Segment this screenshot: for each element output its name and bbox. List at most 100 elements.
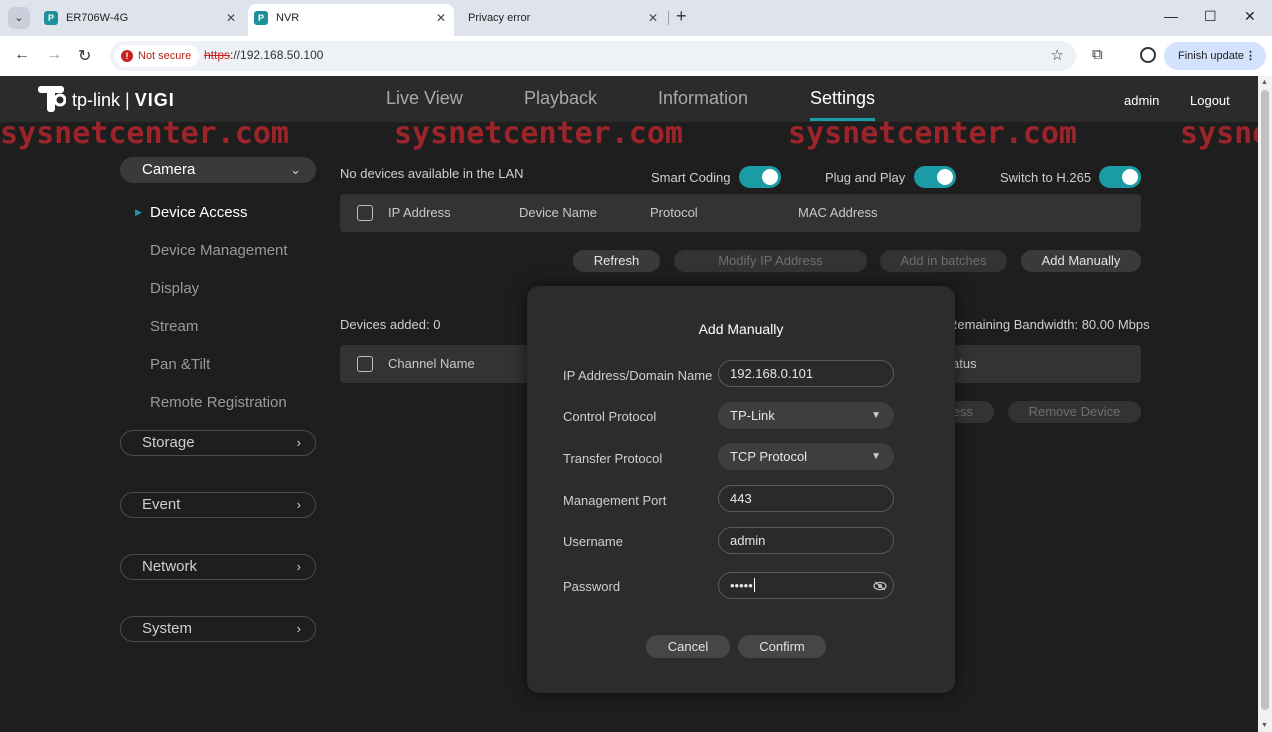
password-masked-value: ••••• — [730, 578, 753, 593]
switch-h265-toggle[interactable] — [1099, 166, 1141, 188]
extensions-icon[interactable]: ⧉ — [1092, 46, 1103, 63]
finish-update-button[interactable]: Finish update ⋮ — [1164, 42, 1266, 70]
scroll-up-icon[interactable]: ▲ — [1261, 79, 1268, 86]
bookmark-star-icon[interactable]: ☆ — [1051, 46, 1064, 64]
tab-privacy-error[interactable]: Privacy error ✕ — [460, 4, 666, 32]
tab-close-icon[interactable]: ✕ — [436, 4, 446, 32]
url-box[interactable]: ! Not secure https://192.168.50.100 ☆ — [110, 41, 1076, 71]
column-protocol: Protocol — [650, 205, 698, 220]
logo-vigi-text: VIGI — [134, 90, 175, 110]
sidebar-group-label: Network — [142, 558, 198, 575]
add-in-batches-button[interactable]: Add in batches — [880, 250, 1007, 272]
sidebar-item-label: Device Access — [150, 204, 248, 221]
scrollbar-thumb[interactable] — [1261, 90, 1269, 710]
chevron-down-icon: ⌄ — [290, 162, 301, 177]
url-host: ://192.168.50.100 — [230, 48, 324, 62]
sidebar-group-network[interactable]: Network › — [120, 554, 316, 580]
profile-avatar-icon[interactable] — [1140, 47, 1156, 63]
plug-and-play-toggle[interactable] — [914, 166, 956, 188]
control-protocol-select[interactable]: TP-Link ▼ — [718, 402, 894, 429]
column-status: atus — [952, 356, 977, 371]
ip-domain-label: IP Address/Domain Name — [563, 368, 713, 383]
caret-down-icon: ▼ — [871, 410, 881, 421]
tab-label: NVR — [276, 12, 300, 24]
username-input[interactable]: admin — [718, 527, 894, 554]
forward-icon[interactable]: → — [46, 46, 62, 64]
modify-ip-address-button[interactable]: Modify IP Address — [674, 250, 867, 272]
smart-coding-toggle[interactable] — [739, 166, 781, 188]
nav-playback[interactable]: Playback — [524, 88, 597, 109]
tab-nvr[interactable]: P NVR ✕ — [248, 4, 454, 36]
sidebar-item-device-management[interactable]: Device Management — [150, 242, 288, 259]
management-port-input[interactable]: 443 — [718, 485, 894, 512]
add-manually-dialog: Add Manually IP Address/Domain Name 192.… — [527, 286, 955, 693]
maximize-icon[interactable]: ☐ — [1204, 8, 1217, 25]
back-icon[interactable]: ← — [14, 46, 30, 64]
ip-domain-input[interactable]: 192.168.0.101 — [718, 360, 894, 387]
more-menu-icon[interactable]: ⋮ — [1245, 42, 1256, 70]
sidebar-item-pan-tilt[interactable]: Pan &Tilt — [150, 356, 210, 373]
not-secure-chip[interactable]: ! Not secure — [114, 45, 200, 67]
tab-close-icon[interactable]: ✕ — [226, 4, 236, 32]
chevron-right-icon: › — [296, 497, 301, 512]
tab-er706w[interactable]: P ER706W-4G ✕ — [38, 4, 244, 32]
eye-icon[interactable] — [873, 579, 887, 593]
sidebar-group-label: Storage — [142, 434, 195, 451]
password-input[interactable]: ••••• — [718, 572, 894, 599]
nav-information[interactable]: Information — [658, 88, 748, 109]
caret-down-icon: ▼ — [871, 451, 881, 462]
select-all-lan-checkbox[interactable] — [357, 205, 373, 221]
scroll-down-icon[interactable]: ▼ — [1261, 722, 1268, 729]
dialog-title: Add Manually — [698, 321, 784, 337]
control-protocol-value: TP-Link — [730, 408, 775, 423]
toggle-knob — [762, 169, 778, 185]
not-secure-label: Not secure — [138, 50, 192, 62]
smart-coding-label: Smart Coding — [651, 170, 731, 185]
username-label: Username — [563, 534, 623, 549]
sidebar-group-label: Camera — [142, 161, 196, 178]
tab-label: Privacy error — [468, 12, 531, 24]
column-device-name: Device Name — [519, 205, 598, 220]
tab-separator — [668, 11, 669, 25]
confirm-button[interactable]: Confirm — [738, 635, 826, 658]
lan-status-text: No devices available in the LAN — [340, 166, 524, 181]
chevron-right-icon: › — [296, 621, 301, 636]
cancel-button[interactable]: Cancel — [646, 635, 730, 658]
add-manually-button[interactable]: Add Manually — [1021, 250, 1141, 272]
close-window-icon[interactable]: ✕ — [1244, 8, 1256, 25]
url-scheme: https — [204, 48, 231, 62]
remove-device-button[interactable]: Remove Device — [1008, 401, 1141, 423]
tab-close-icon[interactable]: ✕ — [648, 4, 658, 32]
sidebar-group-camera[interactable]: Camera ⌄ — [120, 157, 316, 183]
transfer-protocol-select[interactable]: TCP Protocol ▼ — [718, 443, 894, 470]
reload-icon[interactable]: ↻ — [78, 46, 91, 66]
sidebar-item-remote-registration[interactable]: Remote Registration — [150, 394, 287, 411]
column-channel-name: Channel Name — [388, 356, 475, 371]
active-triangle-icon: ▶ — [135, 207, 142, 217]
nav-settings[interactable]: Settings — [810, 88, 876, 121]
sidebar-item-stream[interactable]: Stream — [150, 318, 198, 335]
sidebar-group-system[interactable]: System › — [120, 616, 316, 642]
minimize-icon[interactable]: — — [1164, 8, 1178, 24]
watermark-text: sysnetcenter.com — [394, 116, 683, 151]
sidebar-group-storage[interactable]: Storage › — [120, 430, 316, 456]
nav-live-view[interactable]: Live View — [386, 88, 463, 109]
url-text[interactable]: https://192.168.50.100 — [204, 48, 323, 62]
sidebar-item-display[interactable]: Display — [150, 280, 199, 297]
new-tab-button[interactable]: + — [676, 6, 687, 27]
tp-link-logo-icon — [38, 86, 66, 112]
nvr-app: tp-link | VIGI Live View Playback Inform… — [0, 76, 1272, 732]
tab-search-icon[interactable]: ⌄ — [8, 7, 30, 29]
plug-and-play-label: Plug and Play — [825, 170, 906, 185]
select-all-added-checkbox[interactable] — [357, 356, 373, 372]
switch-h265-label: Switch to H.265 — [1000, 170, 1092, 185]
page-scrollbar[interactable]: ▲ ▼ — [1258, 76, 1272, 732]
refresh-button[interactable]: Refresh — [573, 250, 660, 272]
logo-separator: | — [125, 90, 130, 110]
text-cursor — [753, 578, 755, 592]
sidebar-item-device-access[interactable]: ▶ Device Access — [135, 204, 248, 221]
logout-link[interactable]: Logout — [1190, 93, 1230, 108]
chevron-right-icon: › — [296, 559, 301, 574]
remaining-bandwidth: Remaining Bandwidth: 80.00 Mbps — [948, 317, 1150, 332]
sidebar-group-event[interactable]: Event › — [120, 492, 316, 518]
